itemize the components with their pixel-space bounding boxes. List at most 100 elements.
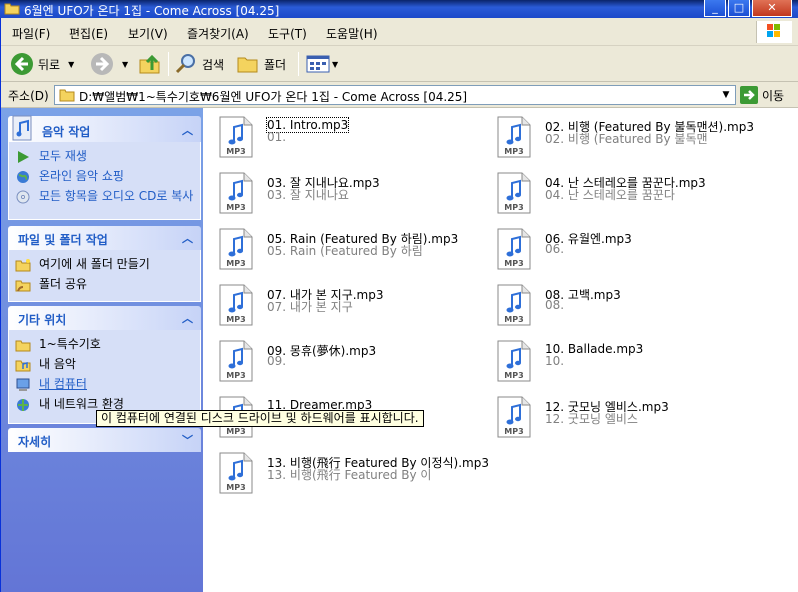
task-copy-to-cd[interactable]: 모든 항목을 오디오 CD로 복사 (15, 190, 195, 204)
folder-icon (59, 89, 75, 102)
cd-icon (16, 190, 30, 204)
file-item[interactable]: MP3 04. 난 스테레오를 꿈꾼다.mp3 04. 난 스테레오를 꿈꾼다 (489, 168, 759, 216)
mp3-badge: MP3 (504, 315, 523, 324)
network-icon (17, 399, 29, 411)
file-item[interactable]: MP3 03. 잘 지내나요.mp3 03. 잘 지내나요 (211, 168, 481, 216)
file-item[interactable]: MP3 12. 굿모닝 엘비스.mp3 12. 굿모닝 엘비스 (489, 392, 759, 440)
window-title: 6월엔 UFO가 온다 1집 - Come Across [04.25] (24, 4, 280, 18)
title-bar[interactable]: 6월엔 UFO가 온다 1집 - Come Across [04.25] _ □… (0, 0, 798, 18)
play-icon (18, 151, 29, 163)
task-share-folder[interactable]: 폴더 공유 (15, 278, 87, 292)
panel-file-folder-header[interactable]: 파일 및 폴더 작업 ︿ (8, 226, 201, 250)
task-pane: 음악 작업 ︿ 모두 재생 온라인 음악 쇼핑 모든 항목을 오디오 CD로 복… (0, 108, 203, 592)
search-icon (175, 54, 195, 74)
expand-chevron-icon[interactable]: ﹀ (182, 432, 193, 448)
task-play-all[interactable]: 모두 재생 (15, 150, 87, 164)
file-title: 10. (545, 354, 565, 368)
back-button[interactable]: 뒤로 ▼ (10, 52, 74, 76)
views-button[interactable]: ▼ (306, 52, 338, 76)
mp3-badge: MP3 (226, 315, 245, 324)
mp3-badge: MP3 (226, 203, 245, 212)
new-folder-icon (15, 259, 31, 272)
mp3-badge: MP3 (226, 147, 245, 156)
go-button[interactable]: 이동 (740, 85, 784, 105)
menu-favorites[interactable]: 즐겨찾기(A) (187, 25, 249, 42)
file-item[interactable]: MP3 10. Ballade.mp3 10. (489, 336, 759, 384)
address-dropdown-icon[interactable]: ▼ (719, 88, 733, 102)
globe-icon (17, 171, 29, 183)
address-input[interactable]: D:₩앨범₩1~특수기호₩6월엔 UFO가 온다 1집 - Come Acros… (54, 85, 736, 105)
address-label: 주소(D) (8, 89, 49, 103)
menu-file[interactable]: 파일(F) (12, 25, 50, 42)
file-title: 12. 굿모닝 엘비스 (545, 412, 638, 426)
chevron-down-icon[interactable]: ▼ (68, 60, 74, 69)
file-list[interactable]: MP3 01. Intro.mp3 01. MP3 02. 비행 (Featured B… (203, 108, 798, 592)
mp3-file-icon: MP3 (219, 116, 253, 158)
mp3-badge: MP3 (504, 371, 523, 380)
mp3-file-icon: MP3 (497, 284, 531, 326)
task-shop-online[interactable]: 온라인 음악 쇼핑 (15, 170, 124, 184)
mp3-badge: MP3 (226, 483, 245, 492)
file-item[interactable]: MP3 01. Intro.mp3 01. (211, 112, 481, 160)
mp3-badge: MP3 (226, 371, 245, 380)
place-my-computer[interactable]: 내 컴퓨터 (15, 378, 87, 392)
mp3-file-icon: MP3 (497, 340, 531, 382)
panel-title: 음악 작업 (42, 125, 91, 139)
file-title: 06. (545, 242, 565, 256)
mp3-badge: MP3 (226, 259, 245, 268)
up-folder-button[interactable] (138, 52, 162, 76)
minimize-button[interactable]: _ (704, 0, 726, 17)
menu-edit[interactable]: 편집(E) (69, 25, 108, 42)
menu-tools[interactable]: 도구(T) (268, 25, 307, 42)
file-item[interactable]: MP3 05. Rain (Featured By 하림).mp3 05. Rain… (211, 224, 481, 272)
mp3-file-icon: MP3 (497, 116, 531, 158)
mp3-file-icon: MP3 (219, 284, 253, 326)
file-title: 04. 난 스테레오를 꿈꾼다 (545, 188, 675, 202)
folders-label: 폴더 (264, 57, 287, 72)
mp3-file-icon: MP3 (219, 228, 253, 270)
panel-other-places-header[interactable]: 기타 위치 ︿ (8, 306, 201, 330)
forward-arrow-icon (91, 53, 113, 75)
forward-button[interactable]: ▼ (90, 52, 128, 76)
mp3-file-icon: MP3 (497, 396, 531, 438)
chevron-down-icon[interactable]: ▼ (122, 60, 128, 69)
file-title: 13. 비행(飛行 Featured By 이 (267, 468, 432, 482)
mp3-file-icon: MP3 (219, 172, 253, 214)
place-parent-folder[interactable]: 1~특수기호 (15, 338, 101, 352)
close-button[interactable]: ✕ (752, 0, 792, 17)
menu-help[interactable]: 도움말(H) (326, 25, 378, 42)
file-title: 09. (267, 354, 287, 368)
windows-logo-icon (756, 21, 792, 43)
file-item[interactable]: MP3 02. 비행 (Featured By 불독맨션).mp3 02. 비행 (… (489, 112, 759, 160)
panel-music-header[interactable]: 음악 작업 ︿ (8, 115, 201, 142)
mp3-file-icon: MP3 (497, 228, 531, 270)
tooltip: 이 컴퓨터에 연결된 디스크 드라이브 및 하드웨어를 표시합니다. (96, 410, 424, 427)
collapse-chevron-icon[interactable]: ︿ (182, 122, 193, 138)
file-title: 01. (267, 130, 287, 144)
panel-music-body: 모두 재생 온라인 음악 쇼핑 모든 항목을 오디오 CD로 복사 (8, 142, 201, 220)
maximize-button[interactable]: □ (728, 0, 750, 17)
music-tasks-icon (12, 115, 32, 141)
file-item[interactable]: MP3 06. 유월엔.mp3 06. (489, 224, 759, 272)
mp3-badge: MP3 (504, 427, 523, 436)
up-folder-icon (139, 54, 160, 74)
panel-title: 기타 위치 (18, 313, 67, 327)
search-button[interactable]: 검색 (174, 52, 224, 76)
address-path: D:₩앨범₩1~특수기호₩6월엔 UFO가 온다 1집 - Come Acros… (79, 90, 468, 104)
panel-title: 파일 및 폴더 작업 (18, 233, 108, 247)
back-arrow-icon (11, 53, 33, 75)
file-item[interactable]: MP3 08. 고백.mp3 08. (489, 280, 759, 328)
chevron-down-icon[interactable]: ▼ (332, 60, 338, 69)
back-label: 뒤로 (38, 57, 61, 72)
collapse-chevron-icon[interactable]: ︿ (182, 310, 193, 326)
menu-view[interactable]: 보기(V) (128, 25, 168, 42)
panel-details-header[interactable]: 자세히 ﹀ (8, 428, 201, 452)
file-title: 07. 내가 본 지구 (267, 300, 353, 314)
file-item[interactable]: MP3 09. 몽휴(夢休).mp3 09. (211, 336, 481, 384)
collapse-chevron-icon[interactable]: ︿ (182, 230, 193, 246)
file-item[interactable]: MP3 07. 내가 본 지구.mp3 07. 내가 본 지구 (211, 280, 481, 328)
place-my-music[interactable]: 내 음악 (15, 358, 76, 372)
folders-button[interactable]: 폴더 (236, 52, 286, 76)
file-item[interactable]: MP3 13. 비행(飛行 Featured By 이정식).mp3 13. 비행(… (211, 448, 489, 496)
task-new-folder[interactable]: 여기에 새 폴더 만들기 (15, 258, 150, 272)
